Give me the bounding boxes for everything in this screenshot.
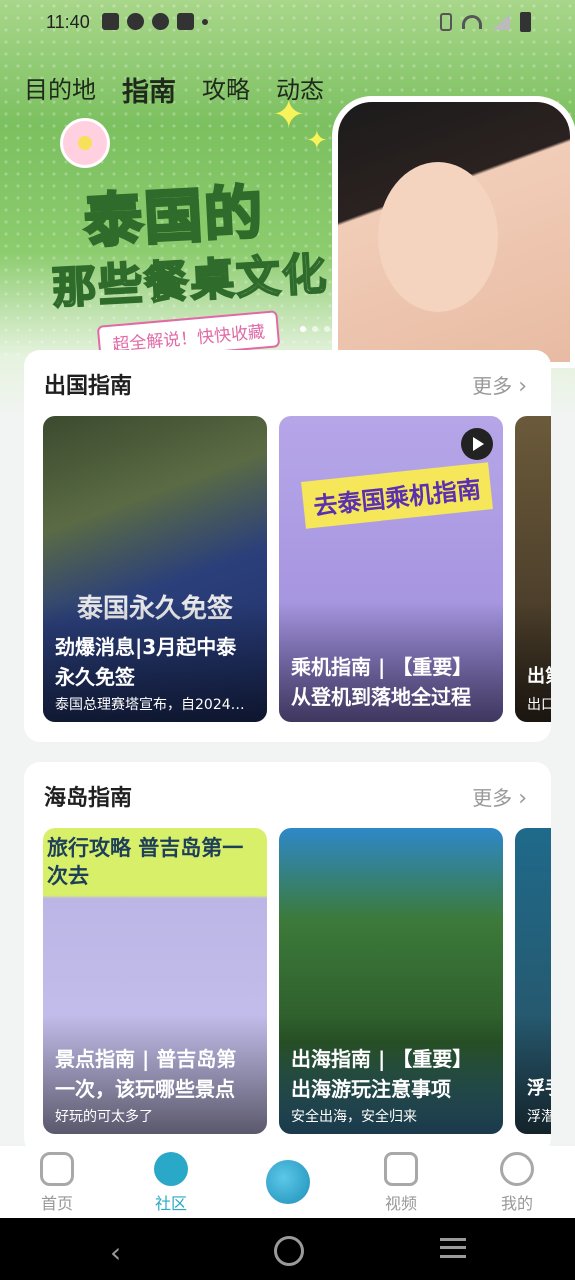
guide-card[interactable]: 出海指南 | 【重要】出海游玩注意事项 安全出海，安全归来 — [279, 828, 503, 1134]
app-notification-icon — [152, 13, 169, 30]
top-tabs: 目的地 指南 攻略 动态 — [24, 70, 324, 109]
card-description: 安全出海，安全归来 — [291, 1109, 417, 1125]
card-description: 泰国总理赛塔宣布，自2024… — [55, 697, 245, 713]
mail-icon — [177, 13, 194, 30]
battery-icon — [520, 12, 531, 32]
nav-label: 我的 — [500, 1194, 533, 1213]
nav-label: 社区 — [154, 1194, 187, 1213]
section-island-guide: 海岛指南 更多 › 旅行攻略 普吉岛第一次去 景点指南 | 普吉岛第一次，该玩哪些… — [24, 762, 551, 1154]
vibrate-icon — [440, 13, 452, 31]
sparkle-icon: ✦ — [306, 126, 328, 156]
tab-guide[interactable]: 指南 — [122, 70, 176, 109]
carousel-indicator — [300, 326, 330, 332]
nav-home[interactable]: 首页 — [12, 1152, 102, 1214]
card-title: 乘机指南 | 【重要】从登机到落地全过程 — [291, 655, 473, 709]
section-title: 出国指南 — [44, 374, 133, 399]
more-label: 更多 — [472, 786, 513, 810]
guide-card[interactable]: 浮手 浮潜 — [515, 828, 551, 1134]
nav-profile[interactable]: 我的 — [472, 1152, 562, 1214]
guide-card[interactable]: 去泰国乘机指南 乘机指南 | 【重要】从登机到落地全过程 — [279, 416, 503, 722]
system-status-icons — [440, 12, 531, 32]
section-travel-guide: 出国指南 更多› 泰国永久免签 劲爆消息|3月起中泰永久免签 泰国总理赛塔宣布，… — [24, 350, 551, 742]
globe-icon[interactable] — [266, 1160, 310, 1204]
card-title: 浮手 — [527, 1078, 551, 1099]
system-nav-bar: ‹ — [0, 1218, 575, 1280]
back-icon[interactable]: ‹ — [110, 1236, 121, 1269]
status-bar: 11:40 — [0, 0, 575, 48]
nav-label: 首页 — [40, 1194, 73, 1213]
carousel-dot — [300, 326, 306, 332]
video-icon — [384, 1152, 418, 1186]
community-icon — [154, 1152, 188, 1186]
app-notification-icon — [127, 13, 144, 30]
card-description: 出口 — [527, 697, 551, 713]
home-icon — [40, 1152, 74, 1186]
status-time: 11:40 — [46, 12, 90, 32]
more-button[interactable]: 更多 › — [472, 782, 527, 811]
bottom-nav: 首页 社区 视频 我的 — [0, 1146, 575, 1218]
nav-community[interactable]: 社区 — [126, 1152, 216, 1214]
portrait-face — [378, 162, 498, 312]
card-title: 劲爆消息|3月起中泰永久免签 — [55, 635, 237, 689]
carousel-dot — [324, 326, 330, 332]
more-label: 更多 — [472, 374, 513, 398]
recent-apps-icon[interactable] — [440, 1238, 466, 1258]
section-title: 海岛指南 — [44, 786, 133, 811]
nav-video[interactable]: 视频 — [356, 1152, 446, 1214]
guide-card[interactable]: 泰国永久免签 劲爆消息|3月起中泰永久免签 泰国总理赛塔宣布，自2024… — [43, 416, 267, 722]
card-description: 浮潜 — [527, 1109, 551, 1125]
tab-strategy[interactable]: 攻略 — [202, 70, 250, 109]
banner-portrait — [332, 96, 575, 368]
guide-card[interactable]: 出第 出口 — [515, 416, 551, 722]
tab-feed[interactable]: 动态 — [276, 70, 324, 109]
card-title: 出海指南 | 【重要】出海游玩注意事项 — [291, 1047, 473, 1101]
nav-label: 视频 — [384, 1194, 417, 1213]
mail-icon — [102, 13, 119, 30]
card-title: 出第 — [527, 666, 551, 687]
profile-icon — [500, 1152, 534, 1186]
more-button[interactable]: 更多 › — [472, 370, 527, 399]
flower-icon — [60, 118, 110, 168]
card-description: 好玩的可太多了 — [55, 1109, 153, 1125]
card-image-caption: 旅行攻略 普吉岛第一次去 — [47, 836, 244, 888]
tab-destination[interactable]: 目的地 — [24, 70, 96, 109]
home-circle-icon[interactable] — [274, 1236, 304, 1266]
play-icon — [461, 428, 493, 460]
more-notifications-icon — [202, 19, 208, 25]
wifi-icon — [462, 15, 482, 29]
signal-icon — [492, 14, 510, 30]
card-image-caption: 去泰国乘机指南 — [301, 462, 493, 529]
chevron-right-icon: › — [518, 374, 527, 399]
card-title: 景点指南 | 普吉岛第一次，该玩哪些景点 — [55, 1047, 237, 1101]
carousel-dot — [312, 326, 318, 332]
chevron-right-icon: › — [518, 786, 527, 811]
notification-icons — [102, 13, 208, 30]
guide-card[interactable]: 旅行攻略 普吉岛第一次去 景点指南 | 普吉岛第一次，该玩哪些景点 好玩的可太多… — [43, 828, 267, 1134]
